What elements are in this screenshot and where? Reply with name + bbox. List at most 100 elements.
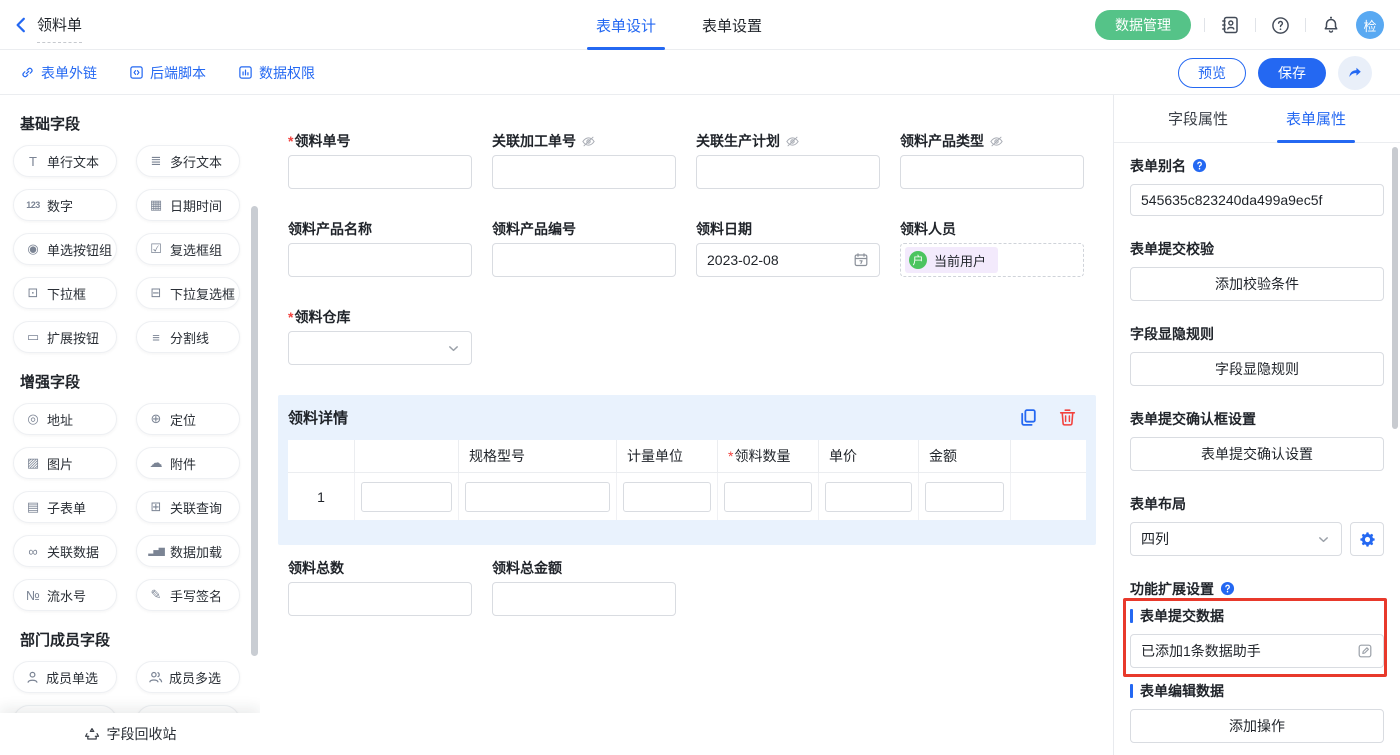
field-requisition-no[interactable]: *领料单号 <box>288 131 472 189</box>
save-button[interactable]: 保存 <box>1258 58 1326 88</box>
field-item-address[interactable]: ◎地址 <box>13 403 117 435</box>
column-header-spec-model: 规格型号 <box>459 440 617 472</box>
question-help-icon[interactable] <box>1220 581 1235 596</box>
field-requisition-person[interactable]: 领料人员 户 当前用户 <box>900 219 1084 277</box>
cell-input-spec-model[interactable] <box>465 482 610 512</box>
share-button[interactable] <box>1338 56 1372 90</box>
field-item-multi-line-text[interactable]: ≣多行文本 <box>136 145 240 177</box>
cell-input-quantity[interactable] <box>724 482 812 512</box>
notification-bell-icon[interactable] <box>1319 15 1343 35</box>
linked-production-plan-input[interactable] <box>696 155 880 189</box>
field-item-extension-button[interactable]: ▭扩展按钮 <box>13 321 117 353</box>
permission-icon <box>238 65 253 80</box>
requisition-person-input[interactable]: 户 当前用户 <box>900 243 1084 277</box>
question-help-icon[interactable] <box>1192 158 1207 173</box>
edit-pencil-icon[interactable] <box>1357 643 1373 659</box>
product-type-input[interactable] <box>900 155 1084 189</box>
form-design-canvas: *领料单号 关联加工单号 关联生产计划 领料产品类型 领料产品名称 领料产品编号… <box>260 96 1113 755</box>
field-item-checkbox-group[interactable]: ☑复选框组 <box>136 233 240 265</box>
tab-form-settings[interactable]: 表单设置 <box>702 0 762 50</box>
form-alias-input[interactable]: 545635c823240da499a9ec5f <box>1130 184 1384 216</box>
cell-input-amount[interactable] <box>925 482 1004 512</box>
add-validation-button[interactable]: 添加校验条件 <box>1130 267 1384 301</box>
field-item-divider[interactable]: ≡分割线 <box>136 321 240 353</box>
field-item-data-load[interactable]: ▂▅▇数据加载 <box>136 535 240 567</box>
subform-requisition-detail[interactable]: 领料详情 规格型号 计量单位 *领料数量 单价 金额 1 <box>278 395 1096 545</box>
help-icon[interactable] <box>1269 16 1292 35</box>
field-item-member-multi[interactable]: 成员多选 <box>136 661 240 693</box>
form-external-link[interactable]: 表单外链 <box>20 63 97 83</box>
delete-trash-icon[interactable] <box>1057 407 1078 428</box>
field-item-image[interactable]: ▨图片 <box>13 447 117 479</box>
add-operation-button[interactable]: 添加操作 <box>1130 709 1384 743</box>
form-layout-select[interactable]: 四列 <box>1130 522 1342 556</box>
number-icon: 123 <box>25 200 41 210</box>
data-assistant-field[interactable]: 已添加1条数据助手 <box>1130 634 1384 668</box>
field-requisition-date[interactable]: 领料日期 2023-02-08 <box>696 219 880 277</box>
cell-input-blank[interactable] <box>361 482 452 512</box>
current-user-tag[interactable]: 户 当前用户 <box>905 247 998 273</box>
copy-icon[interactable] <box>1018 407 1039 428</box>
field-item-label: 关联查询 <box>170 498 222 517</box>
field-item-location[interactable]: ⊕定位 <box>136 403 240 435</box>
tab-field-properties[interactable]: 字段属性 <box>1168 95 1228 143</box>
field-product-type[interactable]: 领料产品类型 <box>900 131 1084 189</box>
field-item-member-single[interactable]: 成员单选 <box>13 661 117 693</box>
backend-script-link[interactable]: 后端脚本 <box>129 63 206 83</box>
divider-lines-icon: ≡ <box>148 330 164 345</box>
field-visibility-rules-button[interactable]: 字段显隐规则 <box>1130 352 1384 386</box>
field-item-radio-group[interactable]: ◉单选按钮组 <box>13 233 117 265</box>
user-avatar[interactable]: 检 <box>1356 11 1384 39</box>
requisition-date-input[interactable]: 2023-02-08 <box>696 243 880 277</box>
field-item-single-line-text[interactable]: T单行文本 <box>13 145 117 177</box>
field-linked-process-order[interactable]: 关联加工单号 <box>492 131 676 189</box>
section-form-alias: 表单别名 545635c823240da499a9ec5f <box>1130 157 1384 216</box>
data-manage-button[interactable]: 数据管理 <box>1095 10 1191 40</box>
linked-process-order-input[interactable] <box>492 155 676 189</box>
requisition-no-input[interactable] <box>288 155 472 189</box>
column-header-blank <box>355 440 459 472</box>
properties-panel: 字段属性 表单属性 表单别名 545635c823240da499a9ec5f … <box>1113 95 1400 755</box>
back-button[interactable] <box>12 16 30 34</box>
field-product-code[interactable]: 领料产品编号 <box>492 219 676 277</box>
contacts-book-icon[interactable] <box>1218 15 1242 35</box>
panel-scrollbar[interactable] <box>1392 147 1398 429</box>
field-item-multi-dropdown[interactable]: ⊟下拉复选框 <box>136 277 240 309</box>
field-item-attachment[interactable]: ☁附件 <box>136 447 240 479</box>
field-total-quantity[interactable]: 领料总数 <box>288 558 472 616</box>
recycle-icon <box>84 726 100 742</box>
product-name-input[interactable] <box>288 243 472 277</box>
field-item-signature[interactable]: ✎手写签名 <box>136 579 240 611</box>
total-quantity-input[interactable] <box>288 582 472 616</box>
field-item-datetime[interactable]: ▦日期时间 <box>136 189 240 221</box>
tab-form-design[interactable]: 表单设计 <box>596 0 656 50</box>
warehouse-select[interactable] <box>288 331 472 365</box>
tab-form-properties[interactable]: 表单属性 <box>1286 95 1346 143</box>
field-product-name[interactable]: 领料产品名称 <box>288 219 472 277</box>
field-item-subform[interactable]: ▤子表单 <box>13 491 117 523</box>
field-recycle-bin[interactable]: 字段回收站 <box>0 713 260 755</box>
field-linked-production-plan[interactable]: 关联生产计划 <box>696 131 880 189</box>
field-warehouse[interactable]: *领料仓库 <box>288 307 472 365</box>
data-permission-link[interactable]: 数据权限 <box>238 63 315 83</box>
submit-confirm-settings-button[interactable]: 表单提交确认设置 <box>1130 437 1384 471</box>
field-item-number[interactable]: 123数字 <box>13 189 117 221</box>
preview-button[interactable]: 预览 <box>1178 58 1246 88</box>
cell-input-unit-price[interactable] <box>825 482 912 512</box>
field-item-serial-number[interactable]: №流水号 <box>13 579 117 611</box>
cell-input-unit[interactable] <box>623 482 711 512</box>
product-code-input[interactable] <box>492 243 676 277</box>
field-total-amount[interactable]: 领料总金额 <box>492 558 676 616</box>
field-item-label: 单行文本 <box>47 152 99 171</box>
total-amount-input[interactable] <box>492 582 676 616</box>
column-header-unit: 计量单位 <box>617 440 718 472</box>
field-item-linked-data[interactable]: ∞关联数据 <box>13 535 117 567</box>
field-item-linked-query[interactable]: ⊞关联查询 <box>136 491 240 523</box>
sidebar-scrollbar[interactable] <box>251 206 258 656</box>
field-item-dropdown[interactable]: ⊡下拉框 <box>13 277 117 309</box>
form-title[interactable]: 领料单 <box>37 14 82 43</box>
layout-gear-button[interactable] <box>1350 522 1384 556</box>
bar-chart-icon: ▂▅▇ <box>148 547 164 556</box>
section-form-layout: 表单布局 四列 <box>1130 495 1384 556</box>
edit-data-block: 表单编辑数据 添加操作 <box>1130 682 1384 743</box>
